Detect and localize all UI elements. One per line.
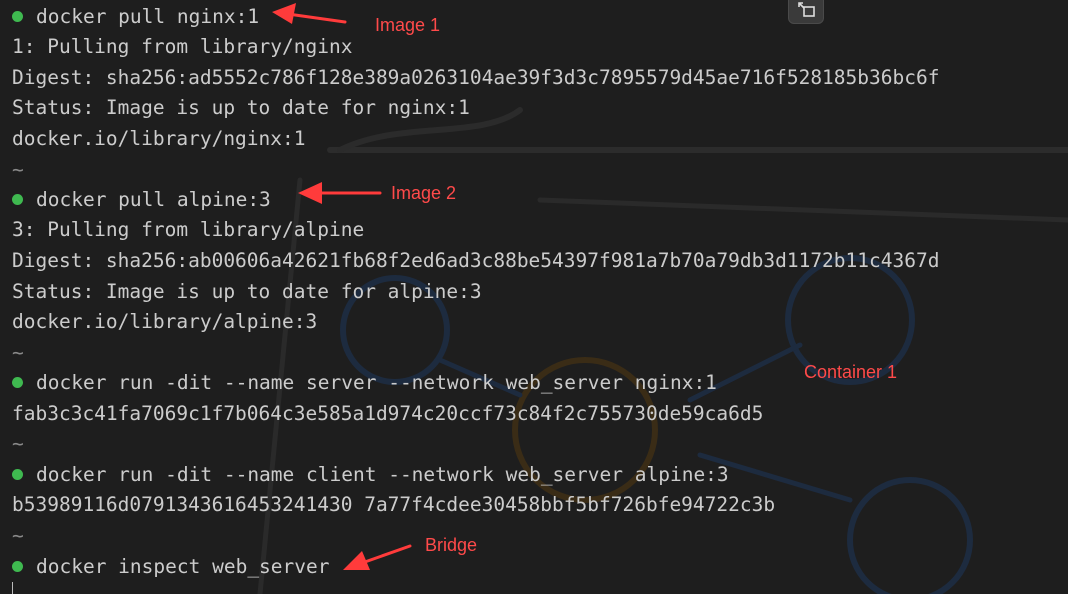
command-text: docker run -dit --name server --network … [36,371,717,394]
output-line: docker.io/library/alpine:3 [12,310,318,333]
command-line: docker inspect web_server [12,552,330,582]
annotation-image-2: Image 2 [391,183,457,203]
tilde-line: ~ [12,432,24,455]
annotation-container-1: Container 1 [804,362,898,382]
output-line: 1: Pulling from library/nginx [12,35,353,58]
output-line: b53989116d0791343616453241430 7a77f4cdee… [12,493,776,516]
arrow-image-1 [272,3,347,24]
prompt-status-dot [12,469,23,480]
tilde-line: ~ [12,341,24,364]
command-line: docker pull alpine:3 [12,185,271,215]
prompt-status-dot [12,561,23,572]
output-line: fab3c3c41fa7069c1f7b064c3e585a1d974c20cc… [12,402,764,425]
command-line: docker run -dit --name client --network … [12,460,729,490]
arrow-image-2 [298,182,382,204]
tilde-line: ~ [12,158,24,181]
terminal-window[interactable]: docker pull nginx:1 1: Pulling from libr… [0,0,1068,594]
prompt-status-dot [12,11,23,22]
command-text: docker run -dit --name client --network … [36,463,729,486]
command-text: docker pull nginx:1 [36,5,260,28]
command-text: docker inspect web_server [36,555,330,578]
output-line: docker.io/library/nginx:1 [12,127,306,150]
tilde-line: ~ [12,524,24,547]
output-line: Digest: sha256:ab00606a42621fb68f2ed6ad3… [12,249,940,272]
output-line: Digest: sha256:ad5552c786f128e389a026310… [12,66,940,89]
terminal-cursor [12,582,13,594]
command-line: docker run -dit --name server --network … [12,368,717,398]
arrow-bridge [343,544,412,570]
annotation-image-1: Image 1 [375,15,441,35]
restore-window-icon [798,2,815,17]
restore-window-button[interactable] [788,0,824,24]
annotation-bridge: Bridge [425,535,478,555]
output-line: 3: Pulling from library/alpine [12,218,365,241]
output-line: Status: Image is up to date for nginx:1 [12,96,470,119]
prompt-status-dot [12,194,23,205]
command-text: docker pull alpine:3 [36,188,271,211]
output-line: Status: Image is up to date for alpine:3 [12,280,482,303]
prompt-status-dot [12,377,23,388]
command-line: docker pull nginx:1 [12,2,259,32]
